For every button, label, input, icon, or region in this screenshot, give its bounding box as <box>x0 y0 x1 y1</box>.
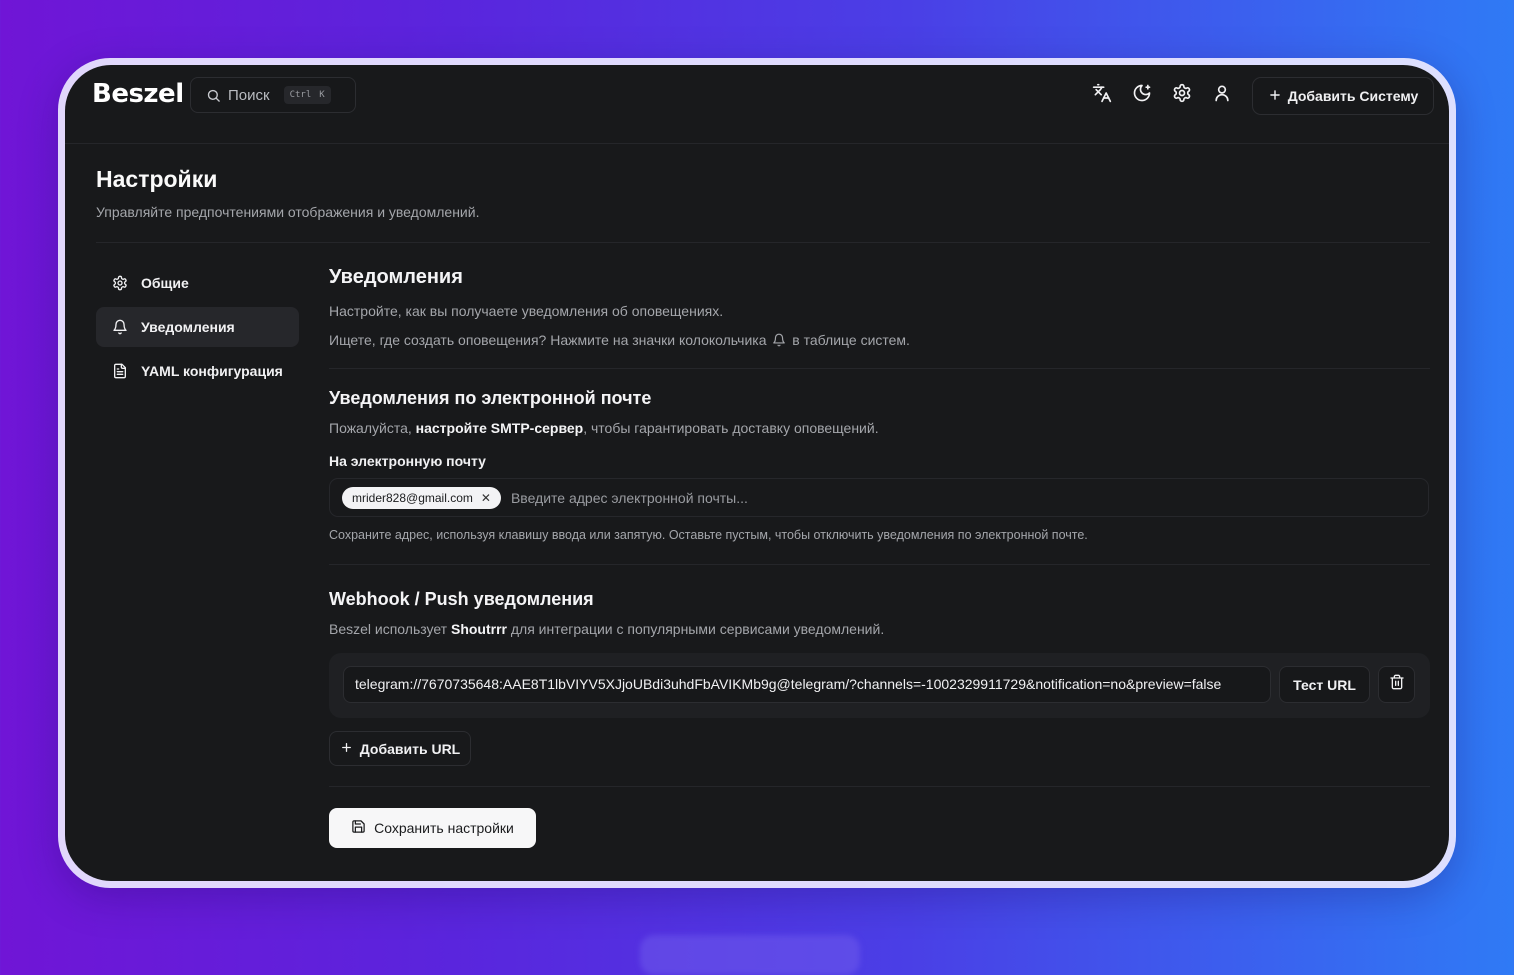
app-logo[interactable]: Beszel <box>92 79 184 109</box>
hint-text-before: Ищете, где создать оповещения? Нажмите н… <box>329 332 767 348</box>
search-label: Поиск <box>228 86 270 104</box>
search-icon <box>206 88 221 103</box>
trash-icon <box>1389 674 1405 695</box>
plus-icon <box>1268 88 1282 105</box>
save-settings-label: Сохранить настройки <box>374 820 514 836</box>
section-divider <box>329 564 1430 565</box>
add-url-button[interactable]: Добавить URL <box>329 731 471 766</box>
smtp-settings-link[interactable]: настройте SMTP-сервер <box>416 420 584 436</box>
webhook-section-description: Beszel использует Shoutrrr для интеграци… <box>329 621 884 637</box>
email-input[interactable]: mrider828@gmail.com ✕ Введите адрес элек… <box>329 478 1429 517</box>
email-chip-label: mrider828@gmail.com <box>352 490 473 505</box>
sidebar-item-yaml-config[interactable]: YAML конфигурация <box>96 351 299 391</box>
sidebar-item-general[interactable]: Общие <box>96 263 299 303</box>
gear-icon <box>1172 83 1192 108</box>
plus-icon <box>340 741 353 757</box>
gear-icon <box>112 275 128 291</box>
webhook-desc-after: для интеграции с популярными сервисами у… <box>510 621 885 637</box>
email-field-label: На электронную почту <box>329 453 486 469</box>
email-help-text: Сохраните адрес, используя клавишу ввода… <box>329 528 1088 542</box>
shortcut-ctrl: Ctrl <box>289 90 312 100</box>
page-subtitle: Управляйте предпочтениями отображения и … <box>96 204 480 220</box>
add-url-label: Добавить URL <box>359 740 461 757</box>
keyboard-shortcut: Ctrl K <box>283 86 331 104</box>
save-settings-button[interactable]: Сохранить настройки <box>329 808 536 848</box>
translate-icon <box>1092 83 1112 108</box>
webhook-desc-before: Beszel использует <box>329 621 448 637</box>
webhook-url-card: telegram://7670735648:AAE8T1lbVIYV5XJjoU… <box>329 653 1430 718</box>
app-window-frame: Beszel Поиск Ctrl K Добавить Систему Нас… <box>58 58 1456 888</box>
section-divider <box>329 368 1430 369</box>
page-title: Настройки <box>96 166 218 192</box>
shortcut-key: K <box>319 90 325 100</box>
page-header-divider <box>96 242 1430 243</box>
notifications-description: Настройте, как вы получаете уведомления … <box>329 303 724 319</box>
add-system-button[interactable]: Добавить Систему <box>1252 77 1434 115</box>
test-url-button[interactable]: Тест URL <box>1279 666 1370 703</box>
user-icon <box>1212 83 1232 108</box>
bell-icon <box>772 333 786 347</box>
sidebar-item-label: Общие <box>141 275 189 291</box>
sidebar-item-label: Уведомления <box>141 319 235 335</box>
file-icon <box>112 363 128 379</box>
top-navbar: Beszel Поиск Ctrl K Добавить Систему <box>65 65 1449 128</box>
email-desc-before: Пожалуйста, <box>329 420 412 436</box>
close-icon[interactable]: ✕ <box>481 491 491 505</box>
shoutrrr-link[interactable]: Shoutrrr <box>451 621 507 637</box>
moon-icon <box>1132 83 1152 108</box>
account-button[interactable] <box>1211 84 1233 106</box>
app-window: Beszel Поиск Ctrl K Добавить Систему Нас… <box>65 65 1449 881</box>
add-system-label: Добавить Систему <box>1287 88 1419 104</box>
email-section-description: Пожалуйста, настройте SMTP-сервер, чтобы… <box>329 420 879 436</box>
save-icon <box>351 819 366 837</box>
hint-text-after: в таблице систем. <box>792 332 910 348</box>
email-chip: mrider828@gmail.com ✕ <box>342 486 501 509</box>
theme-toggle-button[interactable] <box>1131 84 1153 106</box>
email-section-title: Уведомления по электронной почте <box>329 388 652 408</box>
notifications-hint: Ищете, где создать оповещения? Нажмите н… <box>329 332 910 348</box>
email-input-placeholder[interactable]: Введите адрес электронной почты... <box>511 490 748 506</box>
language-button[interactable] <box>1091 83 1113 108</box>
webhook-section-title: Webhook / Push уведомления <box>329 589 594 609</box>
search-button[interactable]: Поиск Ctrl K <box>190 77 356 113</box>
webhook-url-input[interactable]: telegram://7670735648:AAE8T1lbVIYV5XJjoU… <box>343 666 1271 703</box>
settings-button[interactable] <box>1171 83 1193 108</box>
email-desc-after: , чтобы гарантировать доставку оповещени… <box>583 420 879 436</box>
notifications-title: Уведомления <box>329 266 463 288</box>
section-divider <box>329 786 1430 787</box>
sidebar-item-label: YAML конфигурация <box>141 363 283 379</box>
delete-url-button[interactable] <box>1378 666 1415 703</box>
background-glow <box>640 935 860 975</box>
header-divider <box>65 143 1449 144</box>
sidebar-item-notifications[interactable]: Уведомления <box>96 307 299 347</box>
bell-icon <box>112 319 128 335</box>
